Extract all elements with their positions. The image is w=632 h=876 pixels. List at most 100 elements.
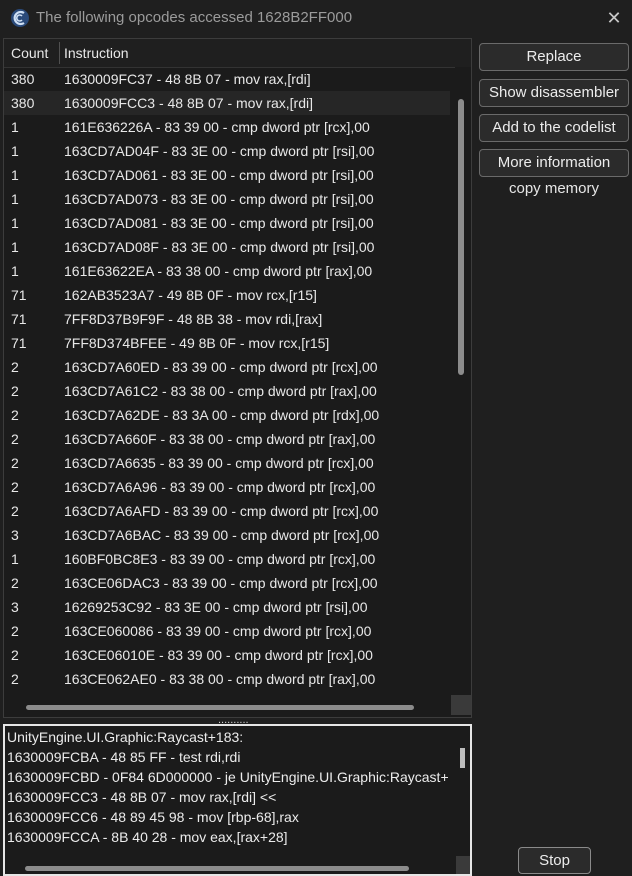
table-row[interactable]: 2 163CE060086 - 83 39 00 - cmp dword ptr … <box>4 619 450 643</box>
row-count: 2 <box>11 431 19 447</box>
row-count: 380 <box>11 71 35 87</box>
list-vertical-scroll-thumb[interactable] <box>458 99 464 375</box>
table-row[interactable]: 1 161E636226A - 83 39 00 - cmp dword ptr … <box>4 115 450 139</box>
row-count: 2 <box>11 647 19 663</box>
row-count: 2 <box>11 503 19 519</box>
disassembly-line[interactable]: UnityEngine.UI.Graphic:Raycast+183: <box>7 729 243 745</box>
disassembly-scrollbar-corner <box>456 856 470 874</box>
row-instruction: 163CD7A6A96 - 83 39 00 - cmp dword ptr [… <box>64 479 376 495</box>
table-row[interactable]: 3 16269253C92 - 83 3E 00 - cmp dword ptr … <box>4 595 450 619</box>
row-instruction: 163CD7AD073 - 83 3E 00 - cmp dword ptr [… <box>64 191 374 207</box>
disassembly-horizontal-scroll-thumb[interactable] <box>25 866 409 871</box>
row-instruction: 163CD7A60ED - 83 39 00 - cmp dword ptr [… <box>64 359 378 375</box>
disassembly-panel[interactable]: UnityEngine.UI.Graphic:Raycast+183: 16300… <box>3 724 472 876</box>
row-count: 2 <box>11 671 19 687</box>
row-count: 1 <box>11 239 19 255</box>
table-row[interactable]: 1 163CD7AD08F - 83 3E 00 - cmp dword ptr … <box>4 235 450 259</box>
replace-button[interactable]: Replace <box>479 43 629 71</box>
row-instruction: 163CE062AE0 - 83 38 00 - cmp dword ptr [… <box>64 671 376 687</box>
row-count: 2 <box>11 455 19 471</box>
scrollbar-corner <box>451 695 471 715</box>
table-row[interactable]: 2 163CD7A6AFD - 83 39 00 - cmp dword ptr … <box>4 499 450 523</box>
title-bar: The following opcodes accessed 1628B2FF0… <box>0 0 632 36</box>
row-count: 3 <box>11 599 19 615</box>
row-instruction: 1630009FCC3 - 48 8B 07 - mov rax,[rdi] <box>64 95 314 111</box>
table-row[interactable]: 71 162AB3523A7 - 49 8B 0F - mov rcx,[r15] <box>4 283 450 307</box>
row-instruction: 1630009FC37 - 48 8B 07 - mov rax,[rdi] <box>64 71 311 87</box>
row-count: 380 <box>11 95 35 111</box>
column-divider[interactable] <box>59 42 60 64</box>
table-row[interactable]: 2 163CD7A62DE - 83 3A 00 - cmp dword ptr … <box>4 403 450 427</box>
table-row[interactable]: 2 163CD7A6635 - 83 39 00 - cmp dword ptr … <box>4 451 450 475</box>
disassembly-line[interactable]: 1630009FCBA - 48 85 FF - test rdi,rdi <box>7 749 240 765</box>
more-information-button[interactable]: More information <box>479 149 629 177</box>
disassembly-line[interactable]: 1630009FCC3 - 48 8B 07 - mov rax,[rdi] <… <box>7 789 276 805</box>
table-row[interactable]: 71 7FF8D374BFEE - 49 8B 0F - mov rcx,[r15… <box>4 331 450 355</box>
table-row[interactable]: 1 163CD7AD061 - 83 3E 00 - cmp dword ptr … <box>4 163 450 187</box>
add-to-codelist-button[interactable]: Add to the codelist <box>479 114 629 142</box>
table-row[interactable]: 1 163CD7AD04F - 83 3E 00 - cmp dword ptr … <box>4 139 450 163</box>
row-instruction: 160BF0BC8E3 - 83 39 00 - cmp dword ptr [… <box>64 551 376 567</box>
close-icon[interactable]: ✕ <box>600 4 628 32</box>
row-count: 2 <box>11 383 19 399</box>
row-instruction: 163CE06010E - 83 39 00 - cmp dword ptr [… <box>64 647 373 663</box>
table-row[interactable]: 2 163CE062AE0 - 83 38 00 - cmp dword ptr … <box>4 667 450 691</box>
row-count: 2 <box>11 479 19 495</box>
table-row[interactable]: 1 161E63622EA - 83 38 00 - cmp dword ptr … <box>4 259 450 283</box>
row-instruction: 163CD7AD061 - 83 3E 00 - cmp dword ptr [… <box>64 167 374 183</box>
show-disassembler-button[interactable]: Show disassembler <box>479 79 629 107</box>
table-row[interactable]: 380 1630009FC37 - 48 8B 07 - mov rax,[rdi… <box>4 67 450 91</box>
row-instruction: 163CE060086 - 83 39 00 - cmp dword ptr [… <box>64 623 372 639</box>
row-count: 1 <box>11 551 19 567</box>
disassembly-vertical-scroll-thumb[interactable] <box>460 748 465 768</box>
row-count: 1 <box>11 215 19 231</box>
window-title: The following opcodes accessed 1628B2FF0… <box>36 9 353 26</box>
table-row[interactable]: 1 163CD7AD081 - 83 3E 00 - cmp dword ptr … <box>4 211 450 235</box>
table-row[interactable]: 2 163CD7A6A96 - 83 39 00 - cmp dword ptr … <box>4 475 450 499</box>
disassembly-line[interactable]: 1630009FCC6 - 48 89 45 98 - mov [rbp-68]… <box>7 809 299 825</box>
copy-memory-label[interactable]: copy memory <box>479 180 629 197</box>
list-horizontal-scroll-thumb[interactable] <box>26 705 414 710</box>
row-instruction: 163CD7AD08F - 83 3E 00 - cmp dword ptr [… <box>64 239 375 255</box>
row-count: 2 <box>11 575 19 591</box>
row-count: 2 <box>11 407 19 423</box>
table-row[interactable]: 2 163CE06DAC3 - 83 39 00 - cmp dword ptr … <box>4 571 450 595</box>
row-count: 1 <box>11 191 19 207</box>
table-row[interactable]: 1 163CD7AD073 - 83 3E 00 - cmp dword ptr … <box>4 187 450 211</box>
stop-button[interactable]: Stop <box>518 847 591 874</box>
row-instruction: 163CD7A6635 - 83 39 00 - cmp dword ptr [… <box>64 455 374 471</box>
table-row[interactable]: 1 160BF0BC8E3 - 83 39 00 - cmp dword ptr … <box>4 547 450 571</box>
table-row[interactable]: 71 7FF8D37B9F9F - 48 8B 38 - mov rdi,[rax… <box>4 307 450 331</box>
splitter-handle[interactable]: .......... <box>218 715 249 726</box>
row-instruction: 163CD7A6AFD - 83 39 00 - cmp dword ptr [… <box>64 503 379 519</box>
row-count: 2 <box>11 359 19 375</box>
row-instruction: 163CD7AD04F - 83 3E 00 - cmp dword ptr [… <box>64 143 375 159</box>
column-header-count[interactable]: Count <box>11 45 48 61</box>
row-instruction: 161E636226A - 83 39 00 - cmp dword ptr [… <box>64 119 370 135</box>
list-rows: 380 1630009FC37 - 48 8B 07 - mov rax,[rdi… <box>4 67 456 691</box>
disassembly-line[interactable]: 1630009FCCA - 8B 40 28 - mov eax,[rax+28… <box>7 829 288 845</box>
column-header-instruction[interactable]: Instruction <box>64 45 129 61</box>
row-instruction: 161E63622EA - 83 38 00 - cmp dword ptr [… <box>64 263 373 279</box>
row-count: 71 <box>11 311 27 327</box>
row-count: 71 <box>11 335 27 351</box>
row-count: 1 <box>11 167 19 183</box>
row-instruction: 163CD7A62DE - 83 3A 00 - cmp dword ptr [… <box>64 407 380 423</box>
opcode-list[interactable]: Count Instruction 380 1630009FC37 - 48 8B… <box>3 38 472 718</box>
row-instruction: 163CD7AD081 - 83 3E 00 - cmp dword ptr [… <box>64 215 374 231</box>
table-row[interactable]: 380 1630009FCC3 - 48 8B 07 - mov rax,[rdi… <box>4 91 450 115</box>
table-row[interactable]: 2 163CD7A660F - 83 38 00 - cmp dword ptr … <box>4 427 450 451</box>
row-instruction: 7FF8D37B9F9F - 48 8B 38 - mov rdi,[rax] <box>64 311 323 327</box>
disassembly-line[interactable]: 1630009FCBD - 0F84 6D000000 - je UnityEn… <box>7 769 449 785</box>
table-row[interactable]: 2 163CD7A61C2 - 83 38 00 - cmp dword ptr … <box>4 379 450 403</box>
table-row[interactable]: 2 163CE06010E - 83 39 00 - cmp dword ptr … <box>4 643 450 667</box>
row-count: 2 <box>11 623 19 639</box>
row-instruction: 162AB3523A7 - 49 8B 0F - mov rcx,[r15] <box>64 287 317 303</box>
row-instruction: 163CE06DAC3 - 83 39 00 - cmp dword ptr [… <box>64 575 378 591</box>
row-count: 1 <box>11 119 19 135</box>
row-count: 1 <box>11 263 19 279</box>
table-row[interactable]: 3 163CD7A6BAC - 83 39 00 - cmp dword ptr … <box>4 523 450 547</box>
table-row[interactable]: 2 163CD7A60ED - 83 39 00 - cmp dword ptr … <box>4 355 450 379</box>
row-instruction: 163CD7A6BAC - 83 39 00 - cmp dword ptr [… <box>64 527 380 543</box>
row-instruction: 163CD7A660F - 83 38 00 - cmp dword ptr [… <box>64 431 376 447</box>
